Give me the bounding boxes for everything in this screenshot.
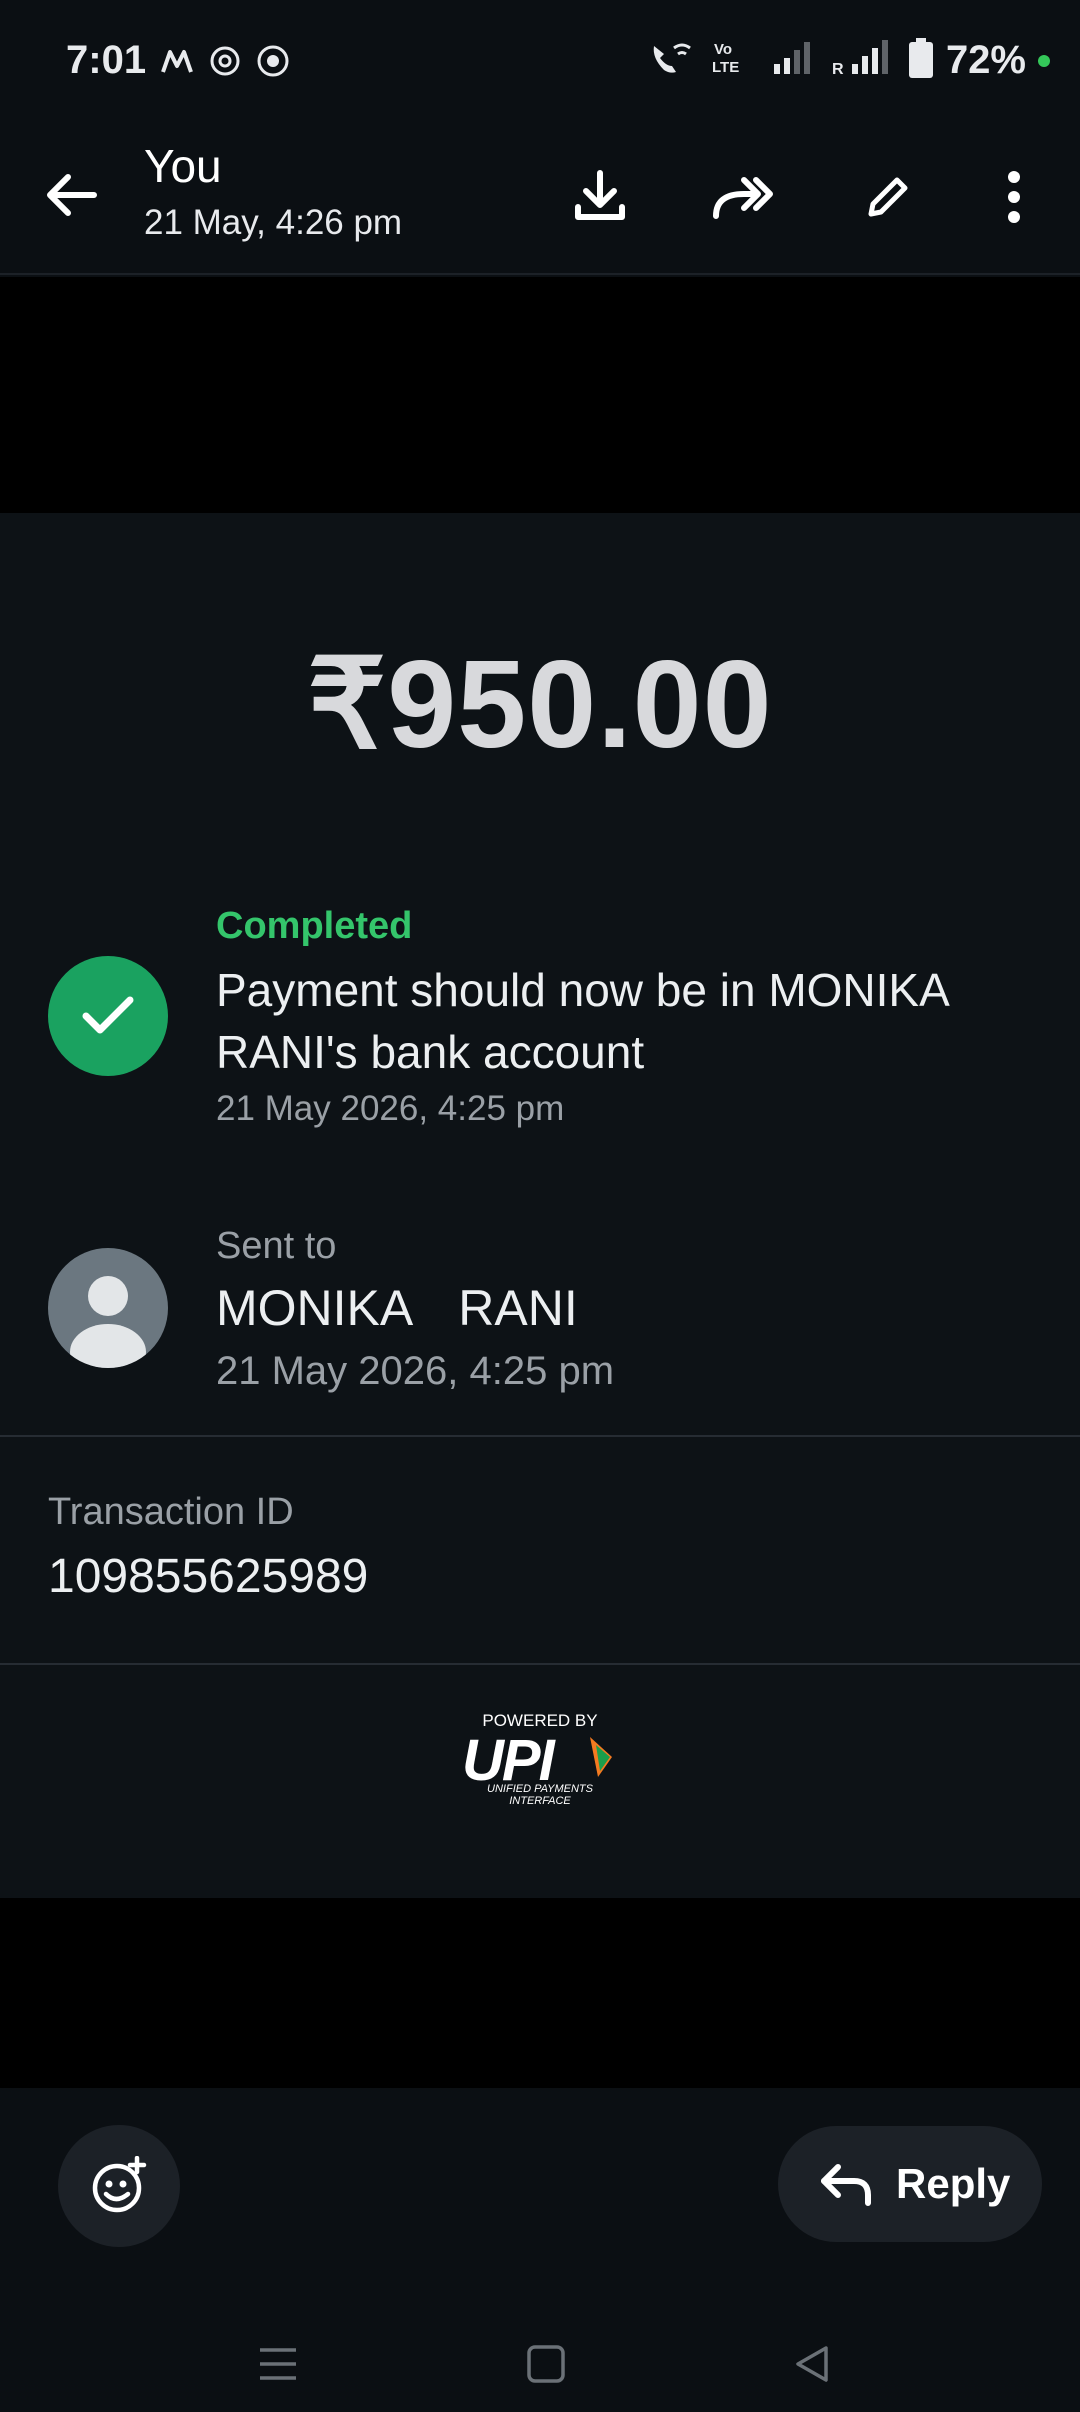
system-indicators: Vo LTE R 72% [648,38,1050,83]
status-time: 7:01 [66,38,147,82]
threads-icon [208,44,242,78]
back-triangle-icon [796,2346,828,2382]
sender-title: You [144,140,222,192]
add-reaction-icon [92,2156,147,2213]
status-message: Payment should now be in MONIKA RANI's b… [216,964,948,1078]
recents-button[interactable] [248,2334,308,2394]
chrome-icon [256,44,290,78]
svg-text:LTE: LTE [712,59,739,76]
download-button[interactable] [564,161,636,233]
status-timestamp: 21 May 2026, 4:25 pm [216,1089,565,1128]
system-navigation-bar [0,2314,1080,2412]
bottom-action-bar: Reply [0,2088,1080,2412]
edit-button[interactable] [852,161,924,233]
upi-logo: POWERED BY UPI UNIFIED PAYMENTS INTERFAC… [460,1711,620,1807]
svg-text:R: R [832,61,844,78]
battery-icon [908,38,934,83]
notification-icons [160,44,290,78]
letterbox-top [0,277,1080,513]
sent-timestamp: 21 May 2026, 4:25 pm [216,1349,615,1393]
upi-tagline: UNIFIED PAYMENTS INTERFACE [487,1783,593,1807]
privacy-dot [1038,54,1050,67]
react-emoji-button[interactable] [58,2125,180,2247]
signal-icon [772,38,818,83]
divider [0,1435,1080,1437]
volte-icon: Vo LTE [710,38,760,83]
system-back-button[interactable] [782,2334,842,2394]
home-square-icon [527,2345,565,2383]
payment-amount: ₹950.00 [307,636,773,774]
recipient-avatar [48,1248,168,1368]
forward-icon [713,177,773,219]
back-button[interactable] [40,163,104,227]
more-icon [1008,171,1020,223]
status-label: Completed [216,905,413,947]
reply-icon [821,2164,871,2206]
message-header: You 21 May, 4:26 pm [0,125,1080,275]
roaming-signal-icon: R [830,38,896,83]
more-options-button[interactable] [978,161,1050,233]
sent-timestamp: 21 May, 4:26 pm [144,203,403,242]
download-icon [575,170,625,220]
svg-text:Vo: Vo [714,41,732,58]
payment-card: ₹950.00 Completed Payment should now be … [0,513,1080,1898]
transaction-id-label: Transaction ID [48,1491,294,1533]
divider [0,1663,1080,1665]
reply-label: Reply [896,2160,1011,2207]
home-button[interactable] [516,2334,576,2394]
edit-icon [868,177,908,217]
transaction-id[interactable]: 109855625989 [48,1549,368,1604]
battery-percentage: 72% [945,38,1026,82]
person-icon [70,1276,146,1368]
upi-arrow-icon [590,1737,612,1777]
status-bar: 7:01 Vo LTE R 72% [0,0,1080,125]
forward-button[interactable] [706,161,778,233]
m-icon [160,44,194,78]
menu-lines-icon [260,2348,296,2380]
wifi-call-icon [648,38,698,83]
recipient-name: MONIKA RANI [216,1280,578,1336]
sent-to-label: Sent to [216,1225,337,1267]
completed-check-icon [48,956,168,1076]
reply-button[interactable]: Reply [778,2126,1042,2242]
letterbox-bottom [0,1898,1080,2088]
